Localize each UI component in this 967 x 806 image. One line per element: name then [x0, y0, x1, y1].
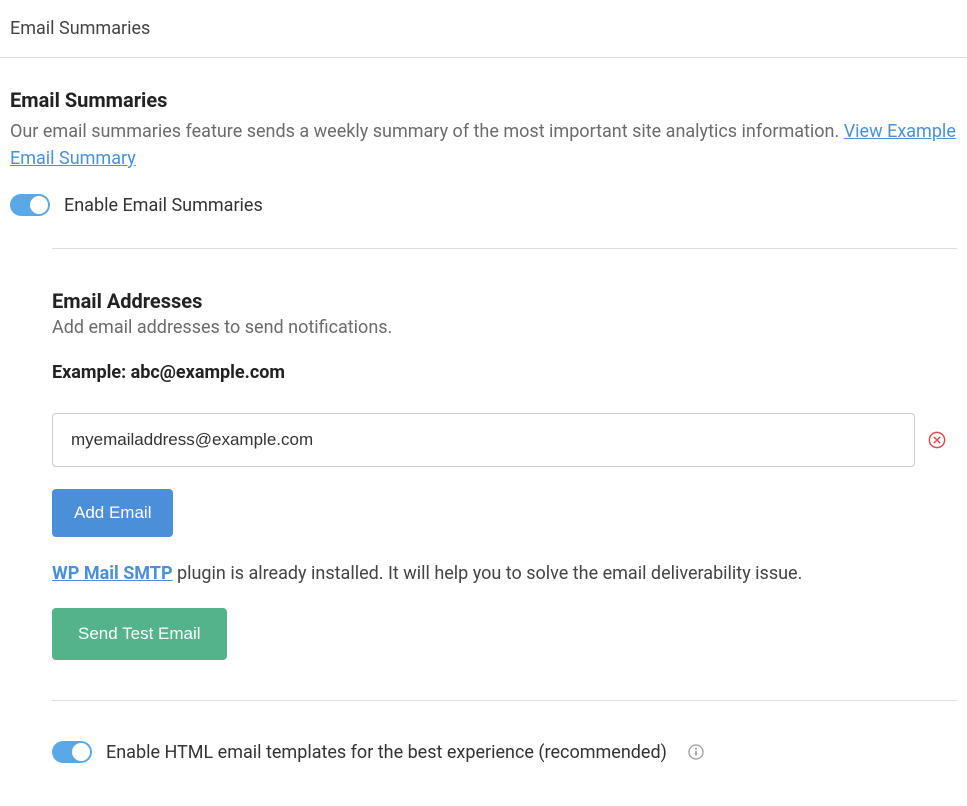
- remove-email-button[interactable]: [927, 430, 947, 450]
- html-templates-toggle[interactable]: [52, 741, 92, 763]
- addresses-title: Email Addresses: [52, 289, 947, 313]
- info-icon[interactable]: [687, 743, 705, 761]
- smtp-note-text: plugin is already installed. It will hel…: [173, 563, 803, 584]
- remove-icon: [928, 431, 946, 449]
- add-email-button[interactable]: Add Email: [52, 489, 173, 537]
- toggle-knob: [30, 196, 48, 214]
- page-title: Email Summaries: [0, 0, 967, 58]
- wp-mail-smtp-link[interactable]: WP Mail SMTP: [52, 563, 173, 584]
- section-description-text: Our email summaries feature sends a week…: [10, 121, 844, 142]
- toggle-knob: [72, 743, 90, 761]
- enable-summaries-label: Enable Email Summaries: [64, 195, 263, 216]
- email-summaries-section: Email Summaries Our email summaries feat…: [0, 58, 967, 763]
- smtp-note: WP Mail SMTP plugin is already installed…: [52, 563, 947, 584]
- section-heading: Email Summaries: [10, 88, 957, 112]
- email-input[interactable]: [52, 413, 915, 467]
- email-row: [52, 413, 947, 467]
- addresses-example: Example: abc@example.com: [52, 362, 947, 383]
- section-description: Our email summaries feature sends a week…: [10, 118, 957, 172]
- email-addresses-section: Email Addresses Add email addresses to s…: [52, 248, 957, 700]
- enable-summaries-toggle[interactable]: [10, 194, 50, 216]
- enable-summaries-row: Enable Email Summaries: [10, 194, 957, 216]
- send-test-email-button[interactable]: Send Test Email: [52, 608, 227, 660]
- html-templates-row: Enable HTML email templates for the best…: [52, 700, 957, 763]
- addresses-description: Add email addresses to send notification…: [52, 317, 947, 338]
- html-templates-label: Enable HTML email templates for the best…: [106, 742, 667, 763]
